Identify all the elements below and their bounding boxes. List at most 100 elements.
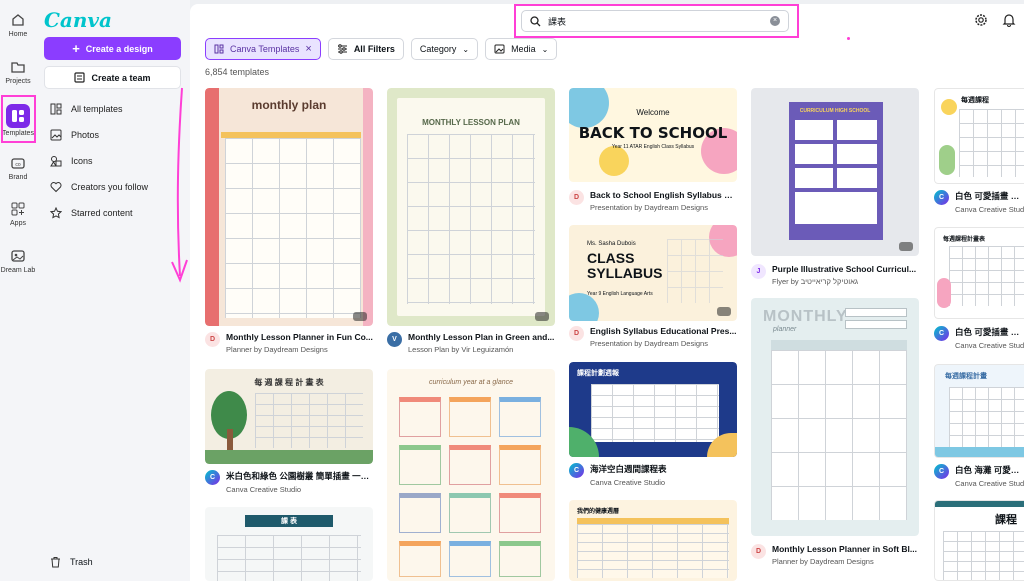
top-icons bbox=[974, 13, 1016, 27]
thumb-title: 課程計劃週報 bbox=[577, 370, 619, 377]
template-subtitle: Canva Creative Studio bbox=[590, 478, 666, 487]
template-meta: C 白色 可愛插畫 一週... Canva Creative Studio bbox=[934, 190, 1024, 214]
filter-bar: Canva Templates × All Filters Category ⌄… bbox=[205, 38, 558, 60]
gear-icon[interactable] bbox=[974, 13, 988, 27]
template-title[interactable]: 海洋空白週間課程表 bbox=[590, 463, 737, 475]
template-card[interactable]: MONTHLY LESSON PLAN bbox=[387, 88, 555, 326]
media-dropdown[interactable]: Media ⌄ bbox=[485, 38, 558, 60]
nav-icons[interactable]: Icons bbox=[44, 148, 184, 174]
avatar: C bbox=[934, 326, 949, 341]
nav-all-templates[interactable]: All templates bbox=[44, 96, 184, 122]
nav-starred[interactable]: Starred content bbox=[44, 200, 184, 226]
template-meta: V Monthly Lesson Plan in Green and... Le… bbox=[387, 332, 555, 354]
shapes-icon bbox=[50, 156, 62, 167]
template-subtitle: Canva Creative Studio bbox=[955, 205, 1024, 214]
create-team-button[interactable]: Create a team bbox=[44, 66, 181, 89]
template-thumbnail: Welcome BACK TO SCHOOL Year 11 ATAR Engl… bbox=[569, 88, 737, 182]
template-thumbnail: 每週課程計畫表 bbox=[934, 227, 1024, 319]
rail-apps[interactable]: Apps bbox=[0, 201, 36, 227]
rail-dream-lab[interactable]: Dream Lab bbox=[0, 248, 36, 274]
remove-filter-icon[interactable]: × bbox=[305, 43, 311, 55]
category-dropdown[interactable]: Category ⌄ bbox=[410, 38, 479, 60]
thumb-title: 每 週 課 程 計 畫 表 bbox=[254, 378, 324, 387]
nav-icons-label: Icons bbox=[71, 156, 93, 166]
rail-brand-label: Brand bbox=[8, 174, 28, 181]
premium-badge bbox=[717, 307, 731, 316]
media-label: Media bbox=[511, 44, 536, 54]
template-meta: D Monthly Lesson Planner in Soft Bl... P… bbox=[751, 544, 919, 566]
search-bar[interactable]: 課表 × bbox=[521, 10, 789, 32]
template-subtitle: Lesson Plan by Vir Leguizamón bbox=[408, 345, 514, 354]
premium-badge bbox=[353, 312, 367, 321]
avatar: V bbox=[387, 332, 402, 347]
template-subtitle: Canva Creative Studio bbox=[226, 485, 302, 494]
avatar: D bbox=[569, 326, 584, 341]
template-card[interactable]: MONTHLY planner bbox=[751, 298, 919, 536]
template-subtitle: Flyer by גאוטיקל קריאייטיב bbox=[772, 277, 859, 286]
template-card[interactable]: monthly plan bbox=[205, 88, 373, 326]
template-card[interactable]: CURRICULUM HIGH SCHOOL bbox=[751, 88, 919, 256]
create-team-label: Create a team bbox=[91, 72, 151, 83]
nav-photos[interactable]: Photos bbox=[44, 122, 184, 148]
thumb-title: 每週課程 bbox=[961, 97, 989, 104]
nav-all-templates-label: All templates bbox=[71, 104, 123, 114]
trash-link[interactable]: Trash bbox=[50, 556, 93, 568]
template-card[interactable]: Ms. Sasha Dubois CLASS SYLLABUS Year 9 E… bbox=[569, 225, 737, 321]
template-card[interactable]: 每 週 課 程 計 畫 表 bbox=[205, 369, 373, 464]
rail-home[interactable]: Home bbox=[0, 12, 36, 38]
rail-projects[interactable]: Projects bbox=[0, 59, 36, 85]
template-title[interactable]: Back to School English Syllabus Pr... bbox=[590, 190, 738, 200]
canva-logo[interactable]: Canva bbox=[44, 8, 112, 32]
template-title[interactable]: English Syllabus Educational Pres... bbox=[590, 326, 737, 336]
template-title[interactable]: Monthly Lesson Plan in Green and... bbox=[408, 332, 555, 342]
create-design-button[interactable]: + Create a design bbox=[44, 37, 181, 60]
search-input[interactable]: 課表 bbox=[548, 15, 566, 28]
avatar: C bbox=[934, 464, 949, 479]
nav-creators[interactable]: Creators you follow bbox=[44, 174, 184, 200]
clear-search-icon[interactable]: × bbox=[770, 16, 780, 26]
template-thumbnail: 我們的健康週曆 bbox=[569, 500, 737, 581]
template-thumbnail: 每週課程 bbox=[934, 88, 1024, 184]
template-title[interactable]: Monthly Lesson Planner in Fun Co... bbox=[226, 332, 373, 342]
template-card[interactable]: 每週課程計畫表 bbox=[934, 227, 1024, 319]
template-title[interactable]: 白色 海灘 可愛插畫... bbox=[955, 464, 1024, 476]
filter-chip-canva-templates[interactable]: Canva Templates × bbox=[205, 38, 321, 60]
template-title[interactable]: Monthly Lesson Planner in Soft Bl... bbox=[772, 544, 919, 554]
template-card[interactable]: 每週課程 bbox=[934, 88, 1024, 184]
team-icon bbox=[74, 72, 86, 83]
avatar: C bbox=[205, 470, 220, 485]
template-title[interactable]: 白色 可愛插畫 一週... bbox=[955, 190, 1024, 202]
avatar: C bbox=[569, 463, 584, 478]
template-subtitle: Canva Creative Studio bbox=[955, 341, 1024, 350]
bell-icon[interactable] bbox=[1002, 13, 1016, 27]
thumb-title: CLASS SYLLABUS bbox=[587, 250, 663, 281]
rail-brand[interactable]: co Brand bbox=[0, 155, 36, 181]
chevron-down-icon: ⌄ bbox=[541, 44, 549, 54]
template-title[interactable]: Purple Illustrative School Curricul... bbox=[772, 264, 919, 274]
template-card[interactable]: 課程計劃週報 bbox=[569, 362, 737, 457]
thumb-small-text: Welcome bbox=[636, 108, 670, 117]
template-subtitle: Presentation by Daydream Designs bbox=[590, 203, 708, 212]
thumb-title: 我們的健康週曆 bbox=[577, 509, 620, 515]
template-subtitle: Canva Creative Studio bbox=[955, 479, 1024, 488]
template-title[interactable]: 米白色和綠色 公園樹叢 簡單插畫 一週... bbox=[226, 470, 374, 482]
category-label: Category bbox=[419, 44, 457, 54]
template-thumbnail: 課程 bbox=[934, 500, 1024, 581]
all-filters-label: All Filters bbox=[353, 44, 395, 54]
svg-text:co: co bbox=[15, 162, 21, 168]
template-filter-icon bbox=[214, 44, 224, 54]
template-subtitle: Presentation by Daydream Designs bbox=[590, 339, 708, 348]
rail-apps-label: Apps bbox=[10, 220, 26, 227]
template-card[interactable]: Welcome BACK TO SCHOOL Year 11 ATAR Engl… bbox=[569, 88, 737, 182]
rail-dream-lab-label: Dream Lab bbox=[0, 267, 36, 274]
template-card[interactable]: curriculum year at a glance bbox=[387, 369, 555, 581]
template-card[interactable]: 課 表 bbox=[205, 507, 373, 581]
thumb-title: monthly plan bbox=[251, 98, 327, 112]
template-card[interactable]: 課程 bbox=[934, 500, 1024, 581]
all-filters-button[interactable]: All Filters bbox=[327, 38, 404, 60]
thumb-title: 每週課程計畫表 bbox=[943, 237, 986, 243]
thumb-title: CURRICULUM HIGH SCHOOL bbox=[799, 108, 871, 114]
template-card[interactable]: 我們的健康週曆 bbox=[569, 500, 737, 581]
template-card[interactable]: 每週課程計畫 bbox=[934, 364, 1024, 458]
template-title[interactable]: 白色 可愛插畫 簡單... bbox=[955, 326, 1024, 338]
